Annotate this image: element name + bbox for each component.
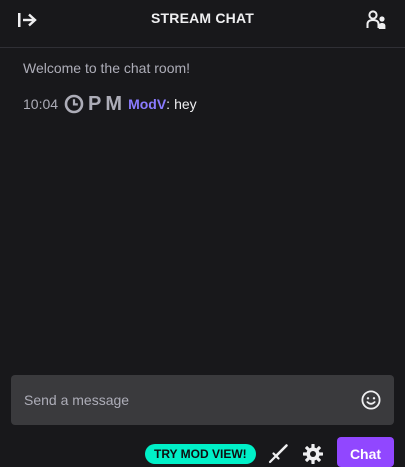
community-users-icon: [366, 10, 386, 29]
chat-input-container: [11, 375, 394, 425]
chat-input[interactable]: [11, 375, 351, 425]
message-text: hey: [174, 96, 197, 112]
gear-icon: [303, 444, 323, 464]
clock-icon[interactable]: [64, 94, 84, 114]
mod-tools-button[interactable]: [266, 443, 290, 465]
chat-messages: Welcome to the chat room! 10:04 P M ModV…: [0, 49, 405, 369]
chat-message: 10:04 P M ModV : hey: [23, 92, 197, 116]
message-username[interactable]: ModV: [128, 96, 166, 112]
try-mod-view-button[interactable]: TRY MOD VIEW!: [145, 444, 256, 464]
emote-picker-button[interactable]: [360, 389, 382, 411]
welcome-message: Welcome to the chat room!: [23, 60, 191, 76]
chat-header: STREAM CHAT: [0, 0, 405, 48]
badge-p[interactable]: P: [88, 94, 101, 114]
message-separator: :: [166, 96, 171, 112]
chat-title: STREAM CHAT: [150, 10, 255, 26]
smiley-icon: [361, 390, 381, 410]
sword-icon: [268, 444, 288, 464]
message-timestamp: 10:04: [23, 96, 59, 112]
chat-footer: TRY MOD VIEW! Chat: [0, 437, 405, 467]
community-button[interactable]: [363, 7, 391, 33]
badge-m[interactable]: M: [105, 94, 122, 114]
chat-settings-button[interactable]: [301, 443, 325, 465]
